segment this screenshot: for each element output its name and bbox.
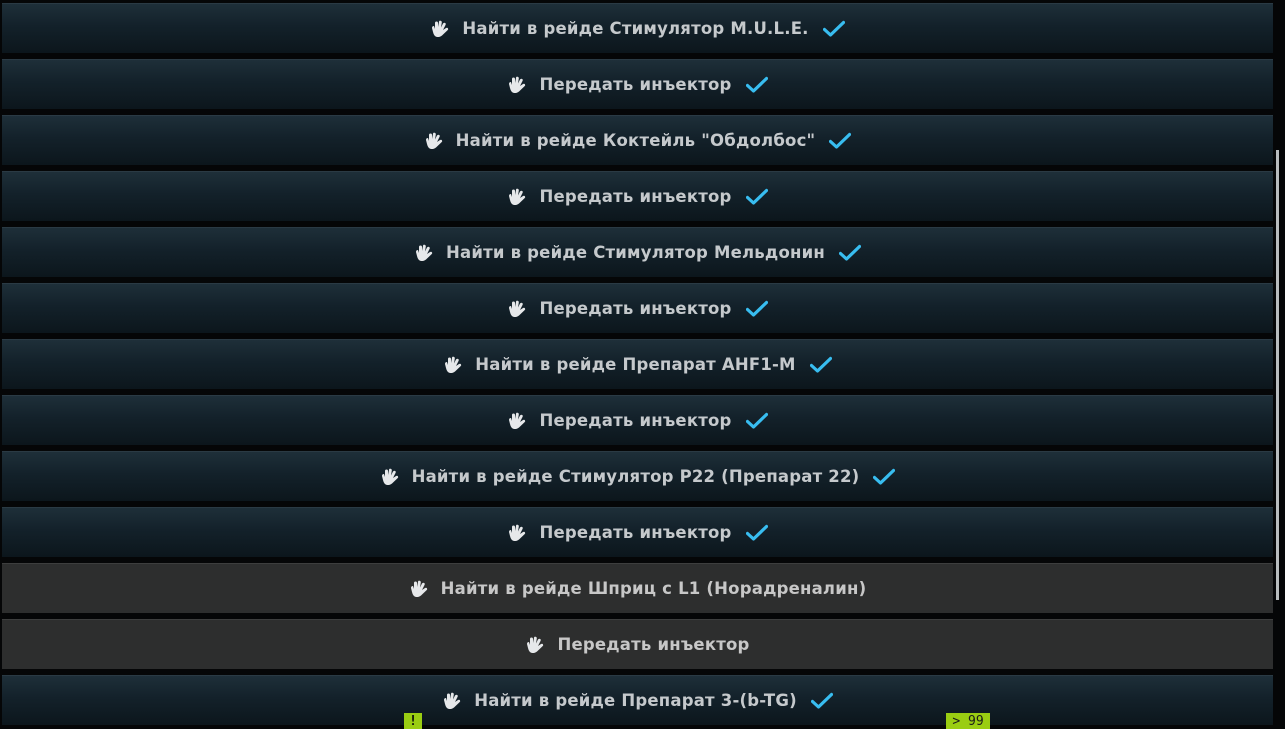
check-icon xyxy=(745,300,768,318)
scrollbar[interactable] xyxy=(1276,150,1279,600)
alert-badge: ! xyxy=(404,713,422,729)
objective-row[interactable]: Передать инъектор xyxy=(2,507,1273,557)
objective-label: Найти в рейде Стимулятор Мельдонин xyxy=(446,243,825,262)
hand-icon xyxy=(380,468,400,486)
objective-row[interactable]: Найти в рейде Стимулятор Мельдонин xyxy=(2,227,1273,277)
objective-label: Передать инъектор xyxy=(539,411,732,430)
objective-row[interactable]: Передать инъектор xyxy=(2,59,1273,109)
objective-label: Найти в рейде Препарат 3-(b-TG) xyxy=(474,691,797,710)
check-icon xyxy=(829,132,852,150)
check-icon xyxy=(838,244,861,262)
objective-row[interactable]: Найти в рейде Коктейль "Обдолбос" xyxy=(2,115,1273,165)
objective-row[interactable]: Найти в рейде Препарат 3-(b-TG) xyxy=(2,675,1273,725)
check-icon xyxy=(745,412,768,430)
check-icon xyxy=(745,524,768,542)
hand-icon xyxy=(507,412,527,430)
hand-icon xyxy=(507,300,527,318)
objective-label: Передать инъектор xyxy=(557,635,750,654)
objective-row[interactable]: Передать инъектор xyxy=(2,619,1273,669)
hand-icon xyxy=(442,692,462,710)
objective-row[interactable]: Передать инъектор xyxy=(2,171,1273,221)
objective-label: Найти в рейде Стимулятор P22 (Препарат 2… xyxy=(411,467,860,486)
objective-row[interactable]: Найти в рейде Препарат AHF1-M xyxy=(2,339,1273,389)
check-icon xyxy=(745,76,768,94)
hand-icon xyxy=(507,76,527,94)
objective-label: Передать инъектор xyxy=(539,187,732,206)
objective-label: Найти в рейде Стимулятор M.U.L.E. xyxy=(462,19,809,38)
check-icon xyxy=(809,356,832,374)
objective-label: Передать инъектор xyxy=(539,299,732,318)
count-badge: > 99 xyxy=(946,713,990,729)
objective-row[interactable]: Передать инъектор xyxy=(2,395,1273,445)
objective-label: Найти в рейде Шприц с L1 (Норадреналин) xyxy=(440,579,867,598)
objective-label: Найти в рейде Препарат AHF1-M xyxy=(475,355,796,374)
objective-row[interactable]: Найти в рейде Стимулятор P22 (Препарат 2… xyxy=(2,451,1273,501)
hand-icon xyxy=(430,20,450,38)
hand-icon xyxy=(414,244,434,262)
hand-icon xyxy=(507,524,527,542)
check-icon xyxy=(873,468,896,486)
objective-row[interactable]: Найти в рейде Шприц с L1 (Норадреналин) xyxy=(2,563,1273,613)
hand-icon xyxy=(443,356,463,374)
objective-label: Передать инъектор xyxy=(539,75,732,94)
objective-row[interactable]: Передать инъектор xyxy=(2,283,1273,333)
objective-label: Найти в рейде Коктейль "Обдолбос" xyxy=(455,131,816,150)
quest-objectives-panel: Найти в рейде Стимулятор M.U.L.E. Переда… xyxy=(0,0,1285,729)
check-icon xyxy=(822,20,845,38)
hand-icon xyxy=(525,636,545,654)
hand-icon xyxy=(409,580,429,598)
check-icon xyxy=(810,692,833,710)
check-icon xyxy=(745,188,768,206)
hand-icon xyxy=(507,188,527,206)
objective-row[interactable]: Найти в рейде Стимулятор M.U.L.E. xyxy=(2,3,1273,53)
hand-icon xyxy=(424,132,444,150)
objective-label: Передать инъектор xyxy=(539,523,732,542)
